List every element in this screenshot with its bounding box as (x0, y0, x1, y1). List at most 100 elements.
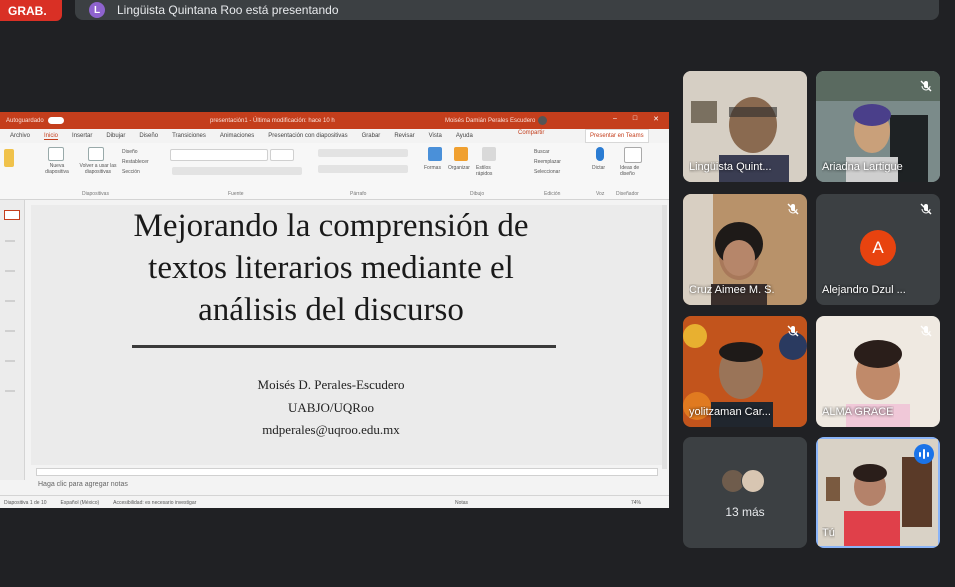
group-editing-label: Edición (544, 191, 561, 197)
user-name: Moisés Damián Perales Escudero (445, 117, 536, 124)
presenting-text: Lingüista Quintana Roo está presentando (117, 3, 339, 17)
tab-dibujar[interactable]: Dibujar (106, 133, 125, 139)
tab-ayuda[interactable]: Ayuda (456, 133, 473, 139)
more-participants-avatars (721, 469, 765, 493)
tab-animaciones[interactable]: Animaciones (220, 133, 254, 139)
group-slides-label: Diapositivas (82, 191, 109, 197)
more-participants-tile[interactable]: 13 más (683, 437, 807, 548)
participant-name: Cruz Aimee M. S. (689, 284, 775, 296)
zoom-level[interactable]: 74% (631, 500, 641, 506)
slide-canvas[interactable]: Mejorando la comprensión de textos liter… (31, 205, 662, 465)
slide-title: Mejorando la comprensión de textos liter… (31, 205, 631, 331)
slide-email: mdperales@uqroo.edu.mx (262, 422, 400, 437)
reset-button[interactable]: Restablecer (122, 159, 149, 165)
arrange-icon[interactable] (454, 147, 468, 161)
paste-icon[interactable] (4, 149, 14, 167)
replace-button[interactable]: Reemplazar (534, 159, 561, 165)
new-slide-label: Nueva diapositiva (45, 163, 69, 175)
avatar: A (860, 230, 896, 266)
participant-name: Alejandro Dzul ... (822, 284, 906, 296)
notes-toggle[interactable]: Notas (455, 500, 468, 506)
present-in-teams-button[interactable]: Presentar en Teams (585, 129, 649, 143)
design-ideas-label: Ideas de diseño (620, 165, 640, 177)
close-icon[interactable]: ✕ (653, 115, 659, 123)
mic-off-icon (787, 325, 799, 337)
slide-thumbnails-pane (0, 200, 25, 480)
ribbon: Nueva diapositiva Volver a usar las diap… (0, 143, 669, 200)
paragraph-buttons-row2[interactable] (318, 165, 408, 173)
slide-count: Diapositiva 1 de 10 (4, 499, 47, 506)
ribbon-tabs: Archivo Inicio Insertar Dibujar Diseño T… (0, 129, 669, 143)
font-size-select[interactable] (270, 149, 294, 161)
quick-styles-label: Estilos rápidos (476, 165, 493, 177)
participant-tile[interactable]: Ariadna Lartigue (816, 71, 940, 182)
window-controls: – □ ✕ (613, 115, 659, 123)
layout-button[interactable]: Diseño (122, 149, 138, 155)
more-participants-label: 13 más (725, 505, 765, 519)
file-name: presentación1 - Última modificación: hac… (210, 117, 335, 124)
share-button[interactable]: Compartir (518, 130, 544, 136)
quick-styles-icon[interactable] (482, 147, 496, 161)
participant-name: Lingüista Quint... (689, 161, 772, 173)
minimize-icon[interactable]: – (613, 115, 617, 123)
participant-tile[interactable]: ALMA GRACE (816, 316, 940, 427)
vertical-scrollbar[interactable] (662, 205, 667, 469)
self-tile[interactable]: Tú (816, 437, 940, 548)
font-format-buttons[interactable] (172, 167, 302, 175)
select-button[interactable]: Seleccionar (534, 169, 560, 175)
group-voice-label: Voz (596, 191, 605, 197)
paragraph-buttons-row1[interactable] (318, 149, 408, 157)
design-ideas-icon[interactable] (624, 147, 642, 163)
tab-presentacion[interactable]: Presentación con diapositivas (268, 133, 347, 139)
tab-inicio[interactable]: Inicio (44, 133, 59, 140)
shapes-label: Formas (424, 165, 441, 171)
dictate-label: Dictar (592, 165, 606, 171)
reuse-slides-icon[interactable] (88, 147, 104, 161)
section-button[interactable]: Sección (122, 169, 140, 175)
tab-vista[interactable]: Vista (429, 133, 442, 139)
participant-name: Ariadna Lartigue (822, 161, 903, 173)
tab-insertar[interactable]: Insertar (72, 133, 92, 139)
reuse-slides-label: Volver a usar las diapositivas (79, 163, 117, 175)
notes-placeholder[interactable]: Haga clic para agregar notas (38, 481, 128, 488)
microphone-icon[interactable] (596, 147, 604, 161)
user-avatar[interactable] (538, 116, 547, 125)
group-designer-label: Diseñador (616, 191, 639, 197)
horizontal-scrollbar[interactable] (36, 468, 658, 476)
group-font-label: Fuente (228, 191, 244, 197)
participant-tile[interactable]: Cruz Aimee M. S. (683, 194, 807, 305)
slide-title-line: Mejorando la comprensión de (133, 208, 529, 244)
mic-off-icon (920, 325, 932, 337)
participant-tile[interactable]: A Alejandro Dzul ... (816, 194, 940, 305)
mic-off-icon (920, 203, 932, 215)
language-status[interactable]: Español (México) (61, 500, 100, 506)
new-slide-icon[interactable] (48, 147, 64, 161)
tab-transiciones[interactable]: Transiciones (172, 133, 206, 139)
mic-off-icon (787, 203, 799, 215)
group-drawing-label: Dibujo (470, 191, 485, 197)
participant-tile[interactable]: yolitzaman Car... (683, 316, 807, 427)
participant-tile[interactable]: Lingüista Quint... (683, 71, 807, 182)
mic-off-icon (920, 80, 932, 92)
slide-thumbnail[interactable] (4, 210, 20, 220)
shared-screen: Autoguardado presentación1 - Última modi… (0, 112, 669, 508)
autosave-toggle[interactable] (47, 117, 64, 124)
find-button[interactable]: Buscar (534, 149, 550, 155)
speaking-indicator-icon (914, 444, 934, 464)
shapes-icon[interactable] (428, 147, 442, 161)
participant-name: Tú (822, 527, 835, 539)
tab-grabar[interactable]: Grabar (362, 133, 381, 139)
slide-affiliation: UABJO/UQRoo (288, 400, 374, 415)
recording-badge: GRAB. (0, 0, 62, 21)
maximize-icon[interactable]: □ (633, 115, 637, 123)
slide-title-line: análisis del discurso (198, 292, 464, 328)
tab-revisar[interactable]: Revisar (394, 133, 414, 139)
tab-diseno[interactable]: Diseño (139, 133, 158, 139)
group-paragraph-label: Párrafo (350, 191, 367, 197)
thumbnail-placeholder (5, 330, 15, 332)
participant-name: ALMA GRACE (822, 406, 894, 418)
font-family-select[interactable] (170, 149, 268, 161)
accessibility-status[interactable]: Accesibilidad: es necesario investigar (113, 500, 196, 506)
tab-archivo[interactable]: Archivo (10, 133, 30, 139)
thumbnail-placeholder (5, 390, 15, 392)
